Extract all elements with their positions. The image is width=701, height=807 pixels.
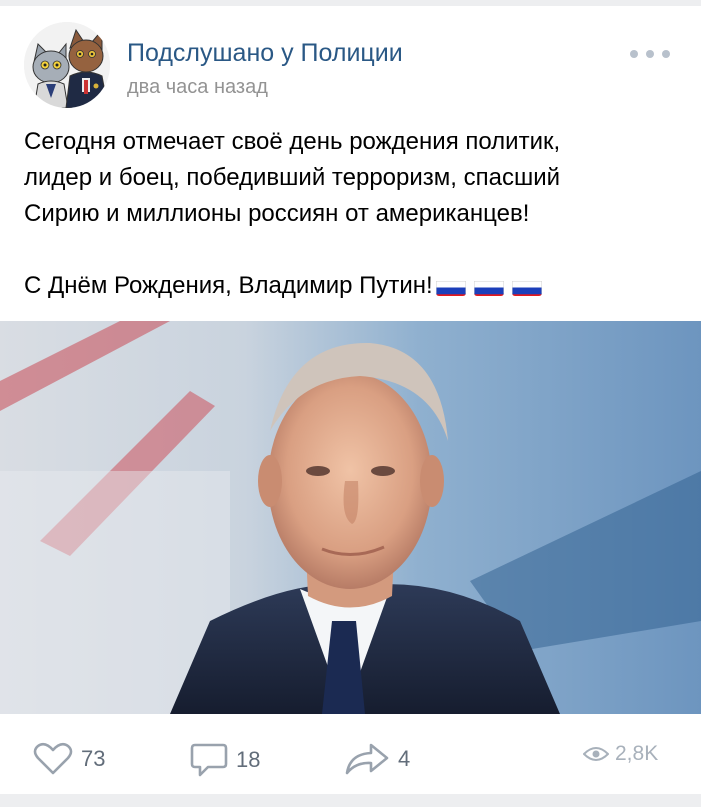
views-counter: 2,8K — [583, 742, 658, 766]
flag-emojis — [435, 276, 542, 296]
post-card: Подслушано у Полиции два часа назад Сего… — [0, 6, 701, 794]
post-greeting: С Днём Рождения, Владимир Путин! — [24, 272, 433, 299]
comment-button[interactable]: 18 — [190, 742, 260, 778]
russian-flag-icon — [511, 276, 542, 296]
share-button[interactable]: 4 — [344, 742, 410, 776]
portrait-photo — [0, 321, 701, 714]
like-button[interactable]: 73 — [33, 742, 105, 776]
cats-avatar-image — [24, 22, 110, 108]
views-count: 2,8K — [615, 742, 659, 765]
more-dots-icon[interactable] — [630, 42, 670, 66]
community-name[interactable]: Подслушано у Полиции — [127, 39, 403, 68]
russian-flag-icon — [435, 276, 466, 296]
like-count: 73 — [81, 746, 106, 771]
post-text-line-1: Сегодня отмечает своё день рождения поли… — [24, 128, 561, 155]
comment-count: 18 — [236, 747, 261, 772]
share-arrow-icon — [345, 743, 389, 775]
russian-flag-icon — [473, 276, 504, 296]
post-text: Сегодня отмечает своё день рождения поли… — [24, 124, 684, 304]
share-count: 4 — [398, 746, 411, 771]
heart-icon — [33, 742, 73, 775]
comment-icon — [190, 743, 228, 777]
post-actions: 73 18 4 2,8K — [0, 714, 701, 794]
post-text-line-2: лидер и боец, победивший терроризм, спас… — [24, 164, 561, 191]
post-time[interactable]: два часа назад — [127, 76, 268, 99]
post-photo[interactable] — [0, 321, 701, 714]
post-header: Подслушано у Полиции два часа назад — [0, 6, 701, 118]
eye-icon — [583, 747, 609, 761]
community-avatar[interactable] — [24, 22, 110, 108]
post-text-line-3: Сирию и миллионы россиян от американцев! — [24, 200, 530, 227]
